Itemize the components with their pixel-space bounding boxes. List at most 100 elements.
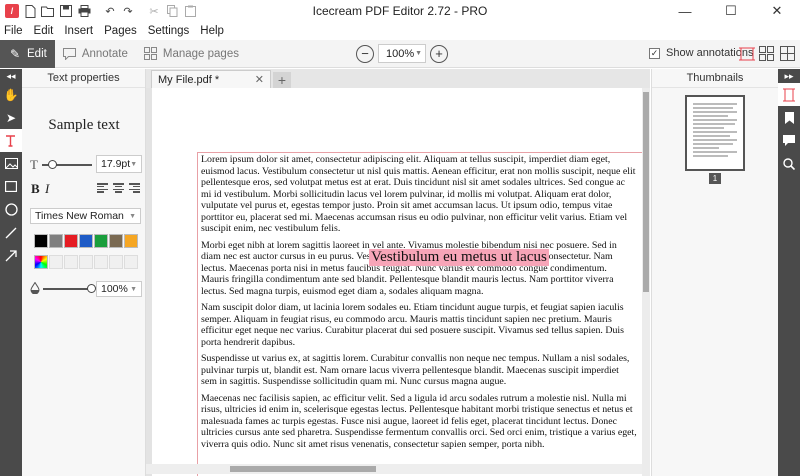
- grid-view-icon[interactable]: [779, 45, 796, 62]
- menu-settings[interactable]: Settings: [148, 25, 190, 37]
- custom-color-slot[interactable]: [94, 255, 108, 269]
- font-size-row: T 17.9pt ▼: [30, 155, 142, 173]
- font-size-icon: T: [30, 157, 38, 172]
- edit-mode-button[interactable]: ✎ Edit: [0, 39, 55, 68]
- color-swatch-orange[interactable]: [124, 234, 138, 248]
- thumbnails-panel: Thumbnails 1: [651, 69, 778, 476]
- custom-color-slot[interactable]: [109, 255, 123, 269]
- align-right-icon[interactable]: [129, 183, 140, 193]
- color-swatch-black[interactable]: [34, 234, 48, 248]
- zoom-value: 100%: [386, 47, 415, 60]
- mode-toolbar: ✎ Edit Annotate Manage pages − 100% ▼ + …: [0, 39, 800, 68]
- vertical-scrollbar-thumb[interactable]: [643, 92, 649, 292]
- paragraph[interactable]: Lorem ipsum dolor sit amet, consectetur …: [201, 154, 637, 235]
- undo-icon[interactable]: ↶: [102, 3, 118, 19]
- comments-icon[interactable]: [778, 129, 800, 152]
- single-page-view-icon[interactable]: [738, 45, 755, 62]
- redo-icon[interactable]: ↷: [120, 3, 136, 19]
- select-tool-icon[interactable]: ➤: [0, 106, 22, 129]
- menu-insert[interactable]: Insert: [64, 25, 93, 37]
- custom-color-picker-icon[interactable]: [34, 255, 48, 269]
- window-controls: — ☐ ✕: [662, 0, 800, 22]
- document-tab[interactable]: My File.pdf * ✕: [151, 70, 271, 88]
- page-view-icon[interactable]: [778, 83, 800, 106]
- custom-color-slot[interactable]: [49, 255, 63, 269]
- comment-icon: [63, 47, 77, 61]
- color-swatch-gray[interactable]: [49, 234, 63, 248]
- document-viewport[interactable]: Lorem ipsum dolor sit amet, consectetur …: [146, 88, 650, 476]
- color-swatch-blue[interactable]: [79, 234, 93, 248]
- hand-tool-icon[interactable]: ✋: [0, 83, 22, 106]
- zoom-control: − 100% ▼ +: [356, 44, 448, 63]
- paragraph[interactable]: Nam suscipit dolor diam, ut lacinia lore…: [201, 302, 637, 348]
- custom-color-slot[interactable]: [79, 255, 93, 269]
- new-file-icon[interactable]: [22, 3, 38, 19]
- ellipse-tool-icon[interactable]: [0, 198, 22, 221]
- align-left-icon[interactable]: [97, 183, 108, 193]
- color-swatch-brown[interactable]: [109, 234, 123, 248]
- zoom-out-button[interactable]: −: [356, 44, 374, 63]
- open-folder-icon[interactable]: [40, 3, 56, 19]
- collapse-left-icon[interactable]: ◂◂: [0, 69, 22, 83]
- copy-icon[interactable]: [164, 3, 180, 19]
- align-center-icon[interactable]: [113, 183, 124, 193]
- font-size-select[interactable]: 17.9pt ▼: [96, 155, 142, 173]
- left-tool-strip: ◂◂ ✋ ➤: [0, 69, 22, 476]
- zoom-select[interactable]: 100% ▼: [378, 44, 426, 63]
- annotate-mode-button[interactable]: Annotate: [55, 40, 136, 68]
- minimize-button[interactable]: —: [662, 0, 708, 22]
- print-icon[interactable]: [76, 3, 92, 19]
- pages-grid-icon: [144, 47, 158, 61]
- menu-bar: File Edit Insert Pages Settings Help: [0, 22, 800, 39]
- image-tool-icon[interactable]: [0, 152, 22, 175]
- zoom-in-button[interactable]: +: [430, 44, 448, 63]
- rectangle-tool-icon[interactable]: [0, 175, 22, 198]
- chevron-down-icon: ▼: [130, 285, 137, 293]
- two-page-view-icon[interactable]: [758, 45, 775, 62]
- bookmark-icon[interactable]: [778, 106, 800, 129]
- font-family-select[interactable]: Times New Roman ▼: [30, 208, 141, 224]
- menu-file[interactable]: File: [4, 25, 23, 37]
- title-bar: / ↶ ↷ ✂ Icecream PDF Editor 2.72 - PRO —…: [0, 0, 800, 22]
- font-size-slider-knob[interactable]: [47, 160, 57, 169]
- manage-pages-mode-button[interactable]: Manage pages: [136, 40, 247, 68]
- paragraph[interactable]: Maecenas nec facilisis sapien, ac effici…: [201, 393, 637, 451]
- pdf-page[interactable]: Lorem ipsum dolor sit amet, consectetur …: [152, 88, 642, 476]
- arrow-tool-icon[interactable]: [0, 244, 22, 267]
- opacity-slider[interactable]: [43, 288, 91, 290]
- custom-color-slot[interactable]: [64, 255, 78, 269]
- app-logo-icon: /: [4, 3, 20, 19]
- page-thumbnail[interactable]: [685, 95, 745, 171]
- text-tool-icon[interactable]: [0, 129, 22, 152]
- menu-edit[interactable]: Edit: [34, 25, 54, 37]
- maximize-button[interactable]: ☐: [708, 0, 754, 22]
- opacity-slider-knob[interactable]: [86, 284, 96, 293]
- horizontal-scrollbar[interactable]: [146, 464, 642, 474]
- bold-button[interactable]: B: [31, 181, 40, 197]
- paragraph[interactable]: Suspendisse ut varius ex, at sagittis lo…: [201, 353, 637, 388]
- opacity-select[interactable]: 100% ▼: [96, 281, 142, 297]
- paste-icon[interactable]: [182, 3, 198, 19]
- menu-help[interactable]: Help: [200, 25, 224, 37]
- horizontal-scrollbar-thumb[interactable]: [230, 466, 376, 472]
- collapse-right-icon[interactable]: ▸▸: [778, 69, 800, 83]
- color-swatch-green[interactable]: [94, 234, 108, 248]
- custom-color-slot[interactable]: [124, 255, 138, 269]
- close-button[interactable]: ✕: [754, 0, 800, 22]
- document-tab-bar: My File.pdf * ✕ +: [146, 69, 650, 88]
- page-number-badge: 1: [709, 173, 721, 184]
- close-tab-icon[interactable]: ✕: [255, 73, 264, 86]
- search-icon[interactable]: [778, 152, 800, 175]
- format-row: B I: [31, 181, 141, 197]
- italic-button[interactable]: I: [45, 181, 49, 197]
- line-tool-icon[interactable]: [0, 221, 22, 244]
- save-icon[interactable]: [58, 3, 74, 19]
- cut-icon[interactable]: ✂: [146, 3, 162, 19]
- add-tab-button[interactable]: +: [273, 72, 291, 88]
- text-block[interactable]: Lorem ipsum dolor sit amet, consectetur …: [201, 154, 637, 455]
- show-annotations-checkbox[interactable]: ✓: [649, 47, 660, 59]
- vertical-scrollbar[interactable]: [642, 88, 650, 476]
- menu-pages[interactable]: Pages: [104, 25, 137, 37]
- highlighted-text[interactable]: Vestibulum eu metus ut lacus: [369, 248, 549, 266]
- color-swatch-red[interactable]: [64, 234, 78, 248]
